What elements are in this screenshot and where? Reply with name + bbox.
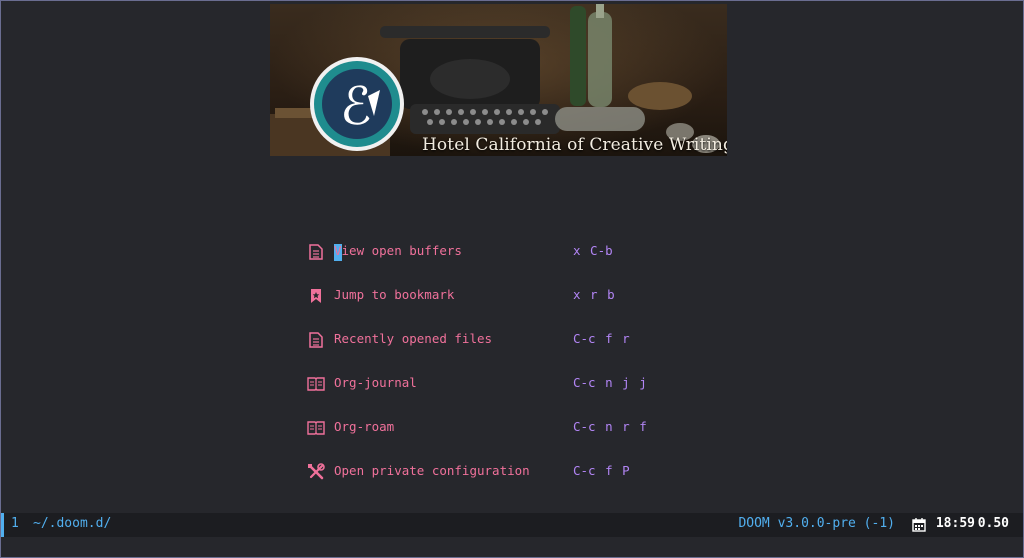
menu-item-keybinding: C-c n j j [573, 375, 647, 390]
menu-item-label: Jump to bookmark [334, 287, 455, 302]
book-icon [306, 418, 326, 438]
book-icon [306, 374, 326, 394]
menu-item-recently-opened-files[interactable]: Recently opened files C-c f r [305, 328, 645, 352]
menu-item-keybinding: x r b [573, 287, 615, 302]
typewriter-banner-art: ℰ [270, 4, 720, 156]
buffer-path[interactable]: ~/.doom.d/ [33, 516, 111, 531]
menu-item-view-open-buffers[interactable]: View open buffers x C-b [305, 240, 645, 264]
menu-item-keybinding: x C-b [573, 243, 613, 258]
clock-time: 18:59 [935, 516, 975, 531]
document-icon [306, 242, 326, 262]
menu-item-label: Recently opened files [334, 331, 493, 346]
menu-item-keybinding: C-c n r f [573, 419, 647, 434]
document-icon [306, 330, 326, 350]
menu-item-label: Org-journal [334, 375, 417, 390]
menu-item-jump-to-bookmark[interactable]: Jump to bookmark x r b [305, 284, 645, 308]
menu-item-label: Org-roam [334, 419, 395, 434]
active-window-indicator [1, 513, 4, 537]
system-load: 0.50 [977, 516, 1009, 531]
menu-item-keybinding: C-c f P [573, 463, 630, 478]
window-number: 1 [11, 516, 19, 531]
banner-caption: Hotel California of Creative Writing [422, 135, 727, 155]
doom-version: DOOM v3.0.0-pre (-1) [738, 516, 895, 531]
bookmark-icon [306, 286, 326, 306]
calendar-icon [912, 517, 926, 536]
mode-line: 1 ~/.doom.d/ DOOM v3.0.0-pre (-1) 18:59 … [1, 513, 1023, 537]
menu-item-label: View open buffers [334, 243, 462, 258]
minibuffer[interactable] [1, 537, 1023, 556]
tools-icon [306, 462, 326, 482]
menu-item-label: Open private configuration [334, 463, 530, 478]
menu-item-open-private-configuration[interactable]: Open private configuration C-c f P [305, 460, 645, 484]
dashboard-banner: ℰ Hotel California of Creative Writing [270, 4, 727, 156]
svg-text:ℰ: ℰ [340, 77, 371, 137]
menu-item-org-journal[interactable]: Org-journal C-c n j j [305, 372, 647, 396]
menu-item-org-roam[interactable]: Org-roam C-c n r f [305, 416, 647, 440]
menu-item-keybinding: C-c f r [573, 331, 630, 346]
